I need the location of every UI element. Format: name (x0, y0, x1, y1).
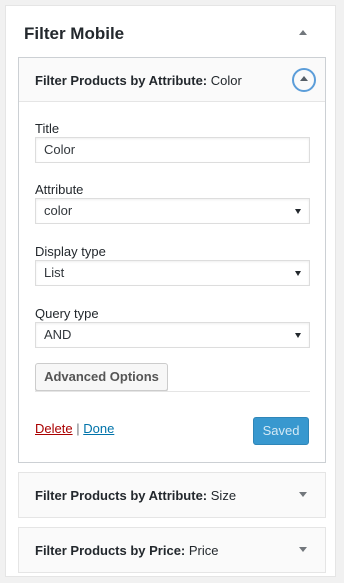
expand-widget-icon[interactable] (299, 547, 307, 552)
collapse-sidebar-icon[interactable] (299, 30, 307, 35)
attribute-select-value: color (44, 203, 73, 218)
widget-sidebar: Filter Mobile Filter Products by Attribu… (5, 5, 336, 577)
dropdown-arrow-icon (295, 333, 301, 338)
widget-header-size[interactable]: Filter Products by Attribute: Size (19, 473, 325, 517)
widget-title: Filter Products by Attribute: Size (35, 488, 236, 503)
collapse-widget-icon[interactable] (292, 68, 316, 92)
query-type-label: Query type (35, 306, 99, 321)
widget-form: Title Color Attribute color Display type… (19, 102, 325, 456)
widget-price: Filter Products by Price: Price (18, 527, 326, 573)
widget-controls: Delete | Done (35, 421, 114, 436)
widget-size: Filter Products by Attribute: Size (18, 472, 326, 518)
attribute-select[interactable]: color (35, 198, 310, 224)
title-input[interactable]: Color (35, 137, 310, 163)
widget-title-value: Price (188, 543, 219, 558)
widget-title: Filter Products by Attribute: Color (35, 73, 242, 88)
display-type-select[interactable]: List (35, 260, 310, 286)
dropdown-arrow-icon (295, 271, 301, 276)
display-type-label: Display type (35, 244, 106, 259)
widget-title: Filter Products by Price: Price (35, 543, 219, 558)
divider (35, 391, 310, 392)
sidebar-header[interactable]: Filter Mobile (6, 6, 335, 58)
advanced-options-button[interactable]: Advanced Options (35, 363, 168, 391)
delete-link[interactable]: Delete (35, 421, 73, 436)
display-type-select-value: List (44, 265, 65, 280)
title-label: Title (35, 121, 60, 136)
widget-title-value: Size (210, 488, 237, 503)
query-type-select[interactable]: AND (35, 322, 310, 348)
dropdown-arrow-icon (295, 209, 301, 214)
done-link[interactable]: Done (83, 421, 114, 436)
widget-title-bold: Filter Products by Attribute: (35, 73, 208, 88)
expand-widget-icon[interactable] (299, 492, 307, 497)
widget-header-color[interactable]: Filter Products by Attribute: Color (19, 58, 325, 102)
widget-title-bold: Filter Products by Price: (35, 543, 186, 558)
attribute-label: Attribute (35, 182, 84, 197)
widget-title-bold: Filter Products by Attribute: (35, 488, 208, 503)
saved-button[interactable]: Saved (253, 417, 309, 445)
widget-header-price[interactable]: Filter Products by Price: Price (19, 528, 325, 572)
widget-title-value: Color (210, 73, 242, 88)
widget-color: Filter Products by Attribute: Color Titl… (18, 57, 326, 463)
query-type-select-value: AND (44, 327, 72, 342)
link-separator: | (76, 421, 80, 436)
sidebar-title: Filter Mobile (24, 24, 125, 43)
